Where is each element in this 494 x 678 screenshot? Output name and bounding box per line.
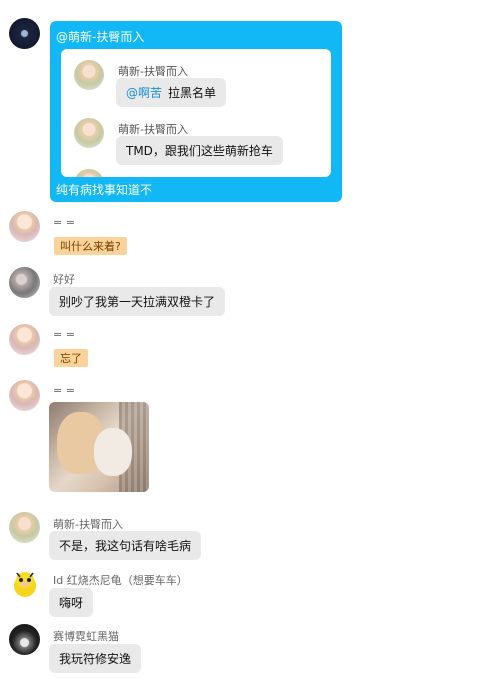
chat-bubble[interactable]: 嗨呀 (49, 588, 94, 617)
avatar[interactable] (9, 324, 40, 355)
avatar (74, 169, 104, 177)
chat-bubble: TMD，跟我们这些萌新抢车 (116, 136, 283, 165)
avatar[interactable] (9, 211, 40, 242)
nickname: = = (53, 328, 75, 341)
chat-bubble[interactable]: 不是，我这句话有啥毛病 (49, 531, 202, 560)
message-text: 不是，我这句话有啥毛病 (59, 539, 192, 553)
cat-shape (94, 428, 132, 476)
avatar (74, 60, 104, 90)
member-title-tag: 叫什么来着? (54, 237, 127, 255)
chat-bubble[interactable]: 我玩符修安逸 (49, 644, 142, 673)
message-text: 我玩符修安逸 (59, 652, 132, 666)
nickname: 好好 (53, 273, 75, 286)
message-text: 嗨呀 (59, 596, 84, 610)
message-text: 拉黑名单 (168, 86, 217, 100)
forwarded-message-card[interactable]: @萌新-扶臀而入 萌新-扶臀而入 @啊苦 拉黑名单 萌新-扶臀而入 TMD，跟我们… (50, 21, 342, 202)
avatar[interactable] (9, 568, 40, 599)
avatar[interactable] (9, 624, 40, 655)
chat-bubble: @啊苦 拉黑名单 (116, 78, 227, 107)
nickname: 萌新-扶臀而入 (53, 518, 123, 531)
avatar[interactable] (9, 18, 40, 49)
member-title-tag: 忘了 (54, 349, 88, 367)
nickname: 赛博霓虹黑猫 (53, 630, 119, 643)
nickname: = = (53, 384, 75, 397)
avatar (74, 118, 104, 148)
chat-bubble[interactable]: 别吵了我第一天拉满双橙卡了 (49, 287, 226, 316)
mention-text: @啊苦 (126, 86, 163, 100)
message-text: 纯有病找事知道不 (56, 183, 153, 197)
message-text: 别吵了我第一天拉满双橙卡了 (59, 295, 216, 309)
mention-text: @萌新-扶臀而入 (56, 30, 145, 44)
nickname: 萌新-扶臀而入 (118, 65, 188, 78)
forwarded-chat-preview[interactable]: 萌新-扶臀而入 @啊苦 拉黑名单 萌新-扶臀而入 TMD，跟我们这些萌新抢车 (61, 49, 331, 177)
nickname: Id 红烧杰尼龟（想要车车） (53, 574, 188, 587)
nickname: 萌新-扶臀而入 (118, 123, 188, 136)
avatar[interactable] (9, 267, 40, 298)
image-message[interactable] (49, 402, 149, 492)
message-text: TMD，跟我们这些萌新抢车 (126, 144, 273, 158)
avatar[interactable] (9, 380, 40, 411)
nickname: = = (53, 216, 75, 229)
avatar[interactable] (9, 512, 40, 543)
duck-icon (14, 572, 36, 597)
